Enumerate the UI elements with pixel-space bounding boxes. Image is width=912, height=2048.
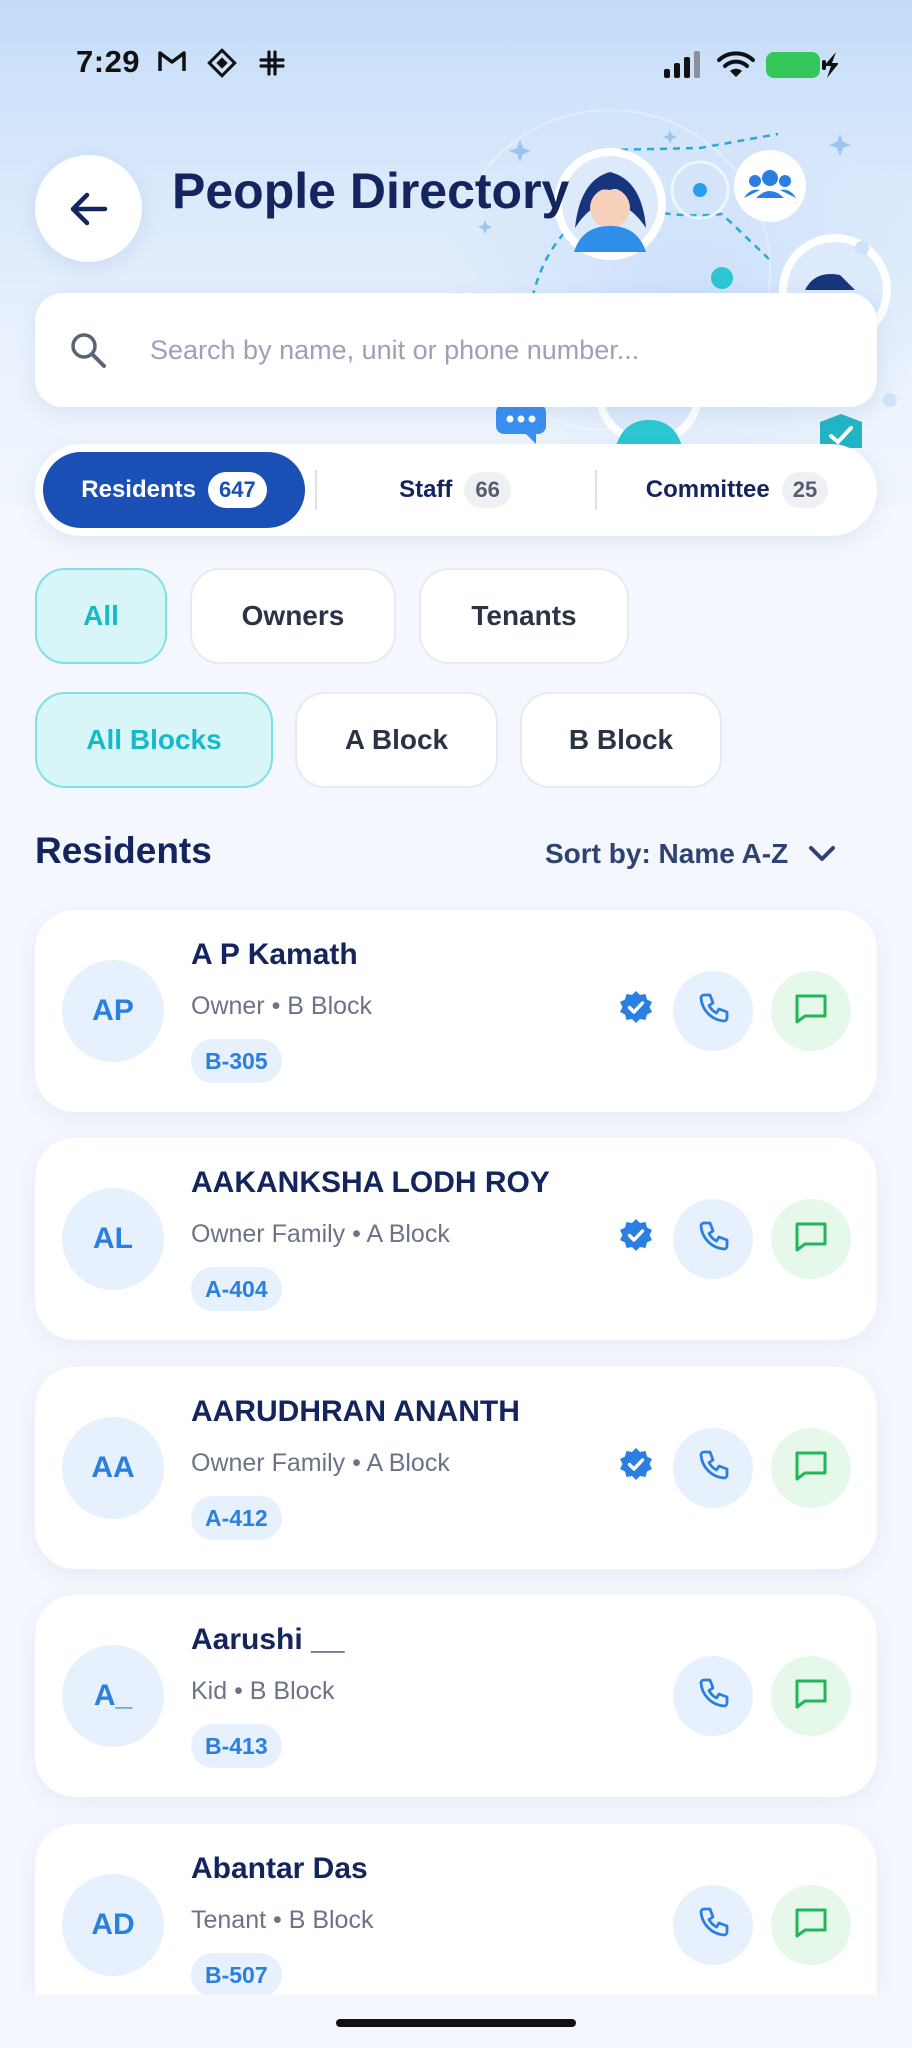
resident-card[interactable]: AL AAKANKSHA LODH ROY Owner Family • A Blo… bbox=[35, 1138, 877, 1340]
tab-divider bbox=[315, 470, 317, 510]
tab-staff[interactable]: Staff 66 bbox=[325, 444, 585, 536]
tab-count-badge: 66 bbox=[464, 472, 511, 508]
resident-role-block: Owner • B Block bbox=[191, 992, 373, 1020]
filter-tenants[interactable]: Tenants bbox=[419, 568, 629, 664]
tab-label: Staff bbox=[399, 476, 453, 503]
tab-label: Committee bbox=[645, 476, 770, 503]
tab-label: Residents bbox=[81, 476, 196, 503]
resident-role-block: Kid • B Block bbox=[191, 1677, 335, 1705]
woman-avatar-icon bbox=[554, 148, 666, 260]
gmail-icon bbox=[157, 48, 187, 74]
avatar: AA bbox=[62, 1417, 164, 1519]
chat-bubble-icon bbox=[496, 404, 550, 444]
tab-residents[interactable]: Residents 647 bbox=[43, 452, 305, 528]
man-avatar-icon bbox=[594, 404, 704, 446]
verified-badge-icon bbox=[619, 1447, 653, 1486]
unit-badge: B-305 bbox=[191, 1039, 282, 1083]
signal-icon bbox=[663, 50, 703, 78]
unit-badge: A-412 bbox=[191, 1496, 282, 1540]
message-button[interactable] bbox=[771, 1885, 851, 1965]
message-button[interactable] bbox=[771, 971, 851, 1051]
unit-badge: B-413 bbox=[191, 1724, 282, 1768]
filter-owners[interactable]: Owners bbox=[190, 568, 396, 664]
page-title: People Directory bbox=[172, 163, 570, 219]
sort-label: Sort by: Name A-Z bbox=[545, 838, 789, 869]
battery-charging-icon bbox=[766, 50, 838, 80]
resident-card[interactable]: AD Abantar Das Tenant • B Block B-507 bbox=[35, 1824, 877, 1995]
tab-committee[interactable]: Committee 25 bbox=[605, 444, 869, 536]
message-icon bbox=[793, 992, 829, 1031]
tab-divider bbox=[595, 470, 597, 510]
message-icon bbox=[793, 1449, 829, 1488]
phone-icon bbox=[696, 1906, 730, 1945]
phone-icon bbox=[696, 1449, 730, 1488]
resident-card[interactable]: AP A P Kamath Owner • B Block B-305 bbox=[35, 910, 877, 1112]
chevron-down-icon bbox=[809, 846, 836, 861]
call-button[interactable] bbox=[673, 1199, 753, 1279]
message-button[interactable] bbox=[771, 1656, 851, 1736]
filter-b-block[interactable]: B Block bbox=[520, 692, 722, 788]
message-icon bbox=[793, 1906, 829, 1945]
phone-icon bbox=[696, 1220, 730, 1259]
sort-dropdown[interactable]: Sort by: Name A-Z bbox=[545, 838, 836, 870]
verified-badge-icon bbox=[619, 1218, 653, 1257]
call-button[interactable] bbox=[673, 1428, 753, 1508]
section-title: Residents bbox=[35, 830, 212, 871]
call-button[interactable] bbox=[673, 1885, 753, 1965]
call-button[interactable] bbox=[673, 971, 753, 1051]
avatar: AD bbox=[62, 1874, 164, 1976]
resident-role-block: Tenant • B Block bbox=[191, 1906, 374, 1934]
message-icon bbox=[793, 1220, 829, 1259]
unit-badge: B-507 bbox=[191, 1953, 282, 1995]
phone-icon bbox=[696, 992, 730, 1031]
resident-card[interactable]: AA AARUDHRAN ANANTH Owner Family • A Block… bbox=[35, 1367, 877, 1569]
resident-card[interactable]: A_ Aarushi __ Kid • B Block B-413 bbox=[35, 1595, 877, 1797]
search-icon bbox=[71, 333, 106, 368]
search-bar[interactable] bbox=[35, 293, 877, 407]
search-input[interactable] bbox=[150, 334, 850, 366]
unit-badge: A-404 bbox=[191, 1267, 282, 1311]
avatar: AL bbox=[62, 1188, 164, 1290]
resident-name: Abantar Das bbox=[191, 1852, 368, 1885]
group-icon bbox=[734, 150, 806, 222]
directory-tabs: Residents 647 Staff 66 Committee 25 bbox=[35, 444, 877, 536]
status-time: 7:29 bbox=[76, 44, 141, 79]
avatar: A_ bbox=[62, 1645, 164, 1747]
resident-role-block: Owner Family • A Block bbox=[191, 1449, 450, 1477]
message-button[interactable] bbox=[771, 1199, 851, 1279]
back-button[interactable] bbox=[35, 155, 142, 262]
resident-name: AARUDHRAN ANANTH bbox=[191, 1395, 520, 1428]
home-indicator[interactable] bbox=[336, 2019, 576, 2027]
filter-all[interactable]: All bbox=[35, 568, 167, 664]
arrow-left-icon bbox=[70, 192, 107, 225]
resident-role-block: Owner Family • A Block bbox=[191, 1220, 450, 1248]
resident-name: A P Kamath bbox=[191, 938, 358, 971]
wifi-icon bbox=[717, 49, 755, 79]
filter-all-blocks[interactable]: All Blocks bbox=[35, 692, 273, 788]
app-icon bbox=[207, 48, 237, 78]
resident-name: Aarushi __ bbox=[191, 1623, 345, 1656]
filter-a-block[interactable]: A Block bbox=[295, 692, 498, 788]
call-button[interactable] bbox=[673, 1656, 753, 1736]
message-icon bbox=[793, 1677, 829, 1716]
slack-icon bbox=[257, 48, 287, 78]
tab-count-badge: 647 bbox=[207, 472, 267, 508]
resident-name: AAKANKSHA LODH ROY bbox=[191, 1166, 550, 1199]
tab-count-badge: 25 bbox=[781, 472, 829, 508]
verified-badge-icon bbox=[619, 990, 653, 1029]
avatar: AP bbox=[62, 960, 164, 1062]
phone-icon bbox=[696, 1677, 730, 1716]
shield-icon bbox=[818, 414, 864, 448]
message-button[interactable] bbox=[771, 1428, 851, 1508]
